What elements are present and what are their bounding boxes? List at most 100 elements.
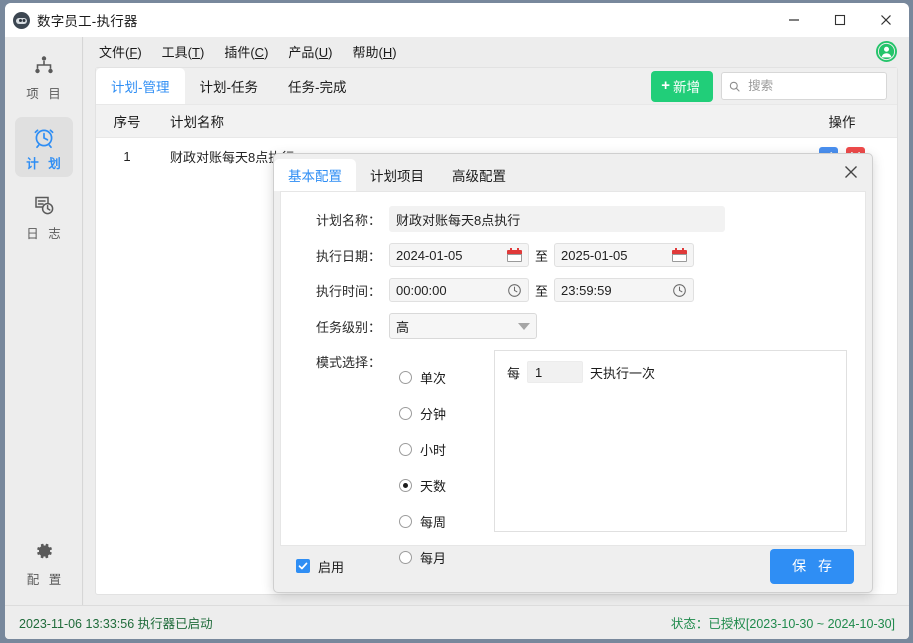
sidebar-item-label: 日 志 [26,227,64,241]
exec-time-separator: 至 [535,283,549,299]
sidebar-item-label: 项 目 [26,87,64,101]
menu-mnemonic: U [318,44,329,60]
task-level-select[interactable]: 高 [389,313,537,339]
dialog-tab-label: 高级配置 [452,169,506,184]
clock-icon[interactable] [672,283,687,298]
exec-time-end-input[interactable]: 23:59:59 [554,278,695,302]
calendar-icon[interactable] [672,248,688,262]
radio-minute[interactable]: 分钟 [389,404,489,423]
add-button-label: 新增 [673,79,700,95]
menu-plugins[interactable]: 插件(C) [214,39,278,64]
radio-dot-icon [399,479,412,492]
sidebar-item-project[interactable]: 项 目 [15,47,73,107]
menu-products[interactable]: 产品(U) [278,39,342,64]
interval-input[interactable]: 1 [527,361,584,383]
mode-detail-panel: 每 1 天执行一次 [494,350,847,532]
interval-suffix: 天执行一次 [590,365,656,381]
add-button[interactable]: + 新增 [651,70,713,102]
menu-file[interactable]: 文件(F) [89,39,152,64]
radio-label: 小时 [420,443,447,458]
exec-time-start-input[interactable]: 00:00:00 [389,278,529,302]
plus-icon: + [661,77,670,94]
radio-week[interactable]: 每周 [389,512,489,531]
menu-tools[interactable]: 工具(T) [152,39,215,64]
label-exec-time: 执行时间： [315,283,381,299]
checkbox-checked-icon [296,559,310,573]
search-box[interactable] [721,72,887,100]
search-input[interactable] [746,78,879,94]
radio-day[interactable]: 天数 [389,476,489,495]
cell-index: 1 [123,148,131,164]
plan-config-dialog: 基本配置 计划项目 高级配置 计划名称： 财政对账每天8点执行 执行日期： 20… [273,153,873,593]
menu-mnemonic: H [382,44,393,60]
dialog-tab-items[interactable]: 计划项目 [356,159,438,191]
dialog-tab-basic[interactable]: 基本配置 [274,159,356,191]
tab-plan-manage[interactable]: 计划-管理 [96,68,185,104]
dialog-body: 计划名称： 财政对账每天8点执行 执行日期： 2024-01-05 至 2025… [280,191,866,566]
plan-name-input[interactable]: 财政对账每天8点执行 [389,206,725,232]
menu-help[interactable]: 帮助(H) [343,39,407,64]
tab-label: 计划-管理 [111,80,170,95]
radio-hour[interactable]: 小时 [389,440,489,459]
user-avatar-icon [876,40,897,62]
radio-label: 每周 [420,515,447,530]
robot-icon [13,11,30,29]
titlebar: 数字员工-执行器 [5,3,909,37]
plan-name-value: 财政对账每天8点执行 [396,212,521,228]
exec-date-separator: 至 [535,248,549,264]
chevron-down-icon [518,322,530,330]
label-plan-name: 计划名称： [315,212,381,228]
radio-dot-icon [399,515,412,528]
form-row-plan-name: 计划名称： 财政对账每天8点执行 [281,206,865,232]
radio-once[interactable]: 单次 [389,368,489,387]
dialog-footer: 启用 保 存 [280,546,866,586]
dialog-tab-advanced[interactable]: 高级配置 [438,159,520,191]
window-inner: 数字员工-执行器 项 目 计 划 日 志 配 置 文件(F) 工具(T) 插件(… [5,3,909,639]
search-icon [729,81,740,92]
tab-task-done[interactable]: 任务-完成 [273,68,362,104]
dialog-tab-bar: 基本配置 计划项目 高级配置 [274,154,872,191]
enable-label: 启用 [318,559,345,575]
menu-label: 产品 [288,44,315,60]
interval-value: 1 [535,364,543,380]
save-button-label: 保 存 [792,557,836,574]
avatar[interactable] [876,40,909,62]
task-level-value: 高 [396,319,410,335]
clock-icon[interactable] [507,283,522,298]
save-button[interactable]: 保 存 [770,548,854,584]
interval-row: 每 1 天执行一次 [507,361,846,383]
radio-label: 天数 [420,479,447,494]
toolbar: + 新增 [651,68,897,104]
dialog-close-button[interactable] [838,159,864,185]
column-header-name: 计划名称 [170,115,224,130]
sidebar-item-config[interactable]: 配 置 [15,533,73,593]
gear-icon [15,540,73,566]
menu-mnemonic: T [192,44,200,60]
label-task-level: 任务级别： [315,319,381,335]
exec-time-end-value: 23:59:59 [561,282,612,298]
radio-dot-icon [399,407,412,420]
exec-date-end-input[interactable]: 2025-01-05 [554,243,695,267]
table-header: 序号 计划名称 操作 [96,104,897,138]
radio-dot-icon [399,443,412,456]
exec-date-start-input[interactable]: 2024-01-05 [389,243,529,267]
column-header-index: 序号 [113,115,141,130]
window-controls [771,3,909,37]
sitemap-icon [15,54,73,80]
tab-label: 计划-任务 [199,80,259,95]
menu-mnemonic: C [254,44,265,60]
tab-label: 任务-完成 [288,80,347,95]
maximize-button[interactable] [817,3,863,37]
enable-checkbox[interactable]: 启用 [296,557,344,576]
minimize-button[interactable] [771,3,817,37]
radio-label: 单次 [420,371,447,386]
tab-plan-task[interactable]: 计划-任务 [185,68,274,104]
close-button[interactable] [863,3,909,37]
sidebar-item-log[interactable]: 日 志 [15,187,73,247]
form-row-exec-time: 执行时间： 00:00:00 至 23:59:59 [281,278,865,302]
sidebar-item-label: 配 置 [26,573,65,587]
sidebar-item-label: 计 划 [26,157,64,171]
window-title: 数字员工-执行器 [37,14,138,29]
calendar-icon[interactable] [507,248,522,262]
sidebar-item-plan[interactable]: 计 划 [14,117,73,177]
